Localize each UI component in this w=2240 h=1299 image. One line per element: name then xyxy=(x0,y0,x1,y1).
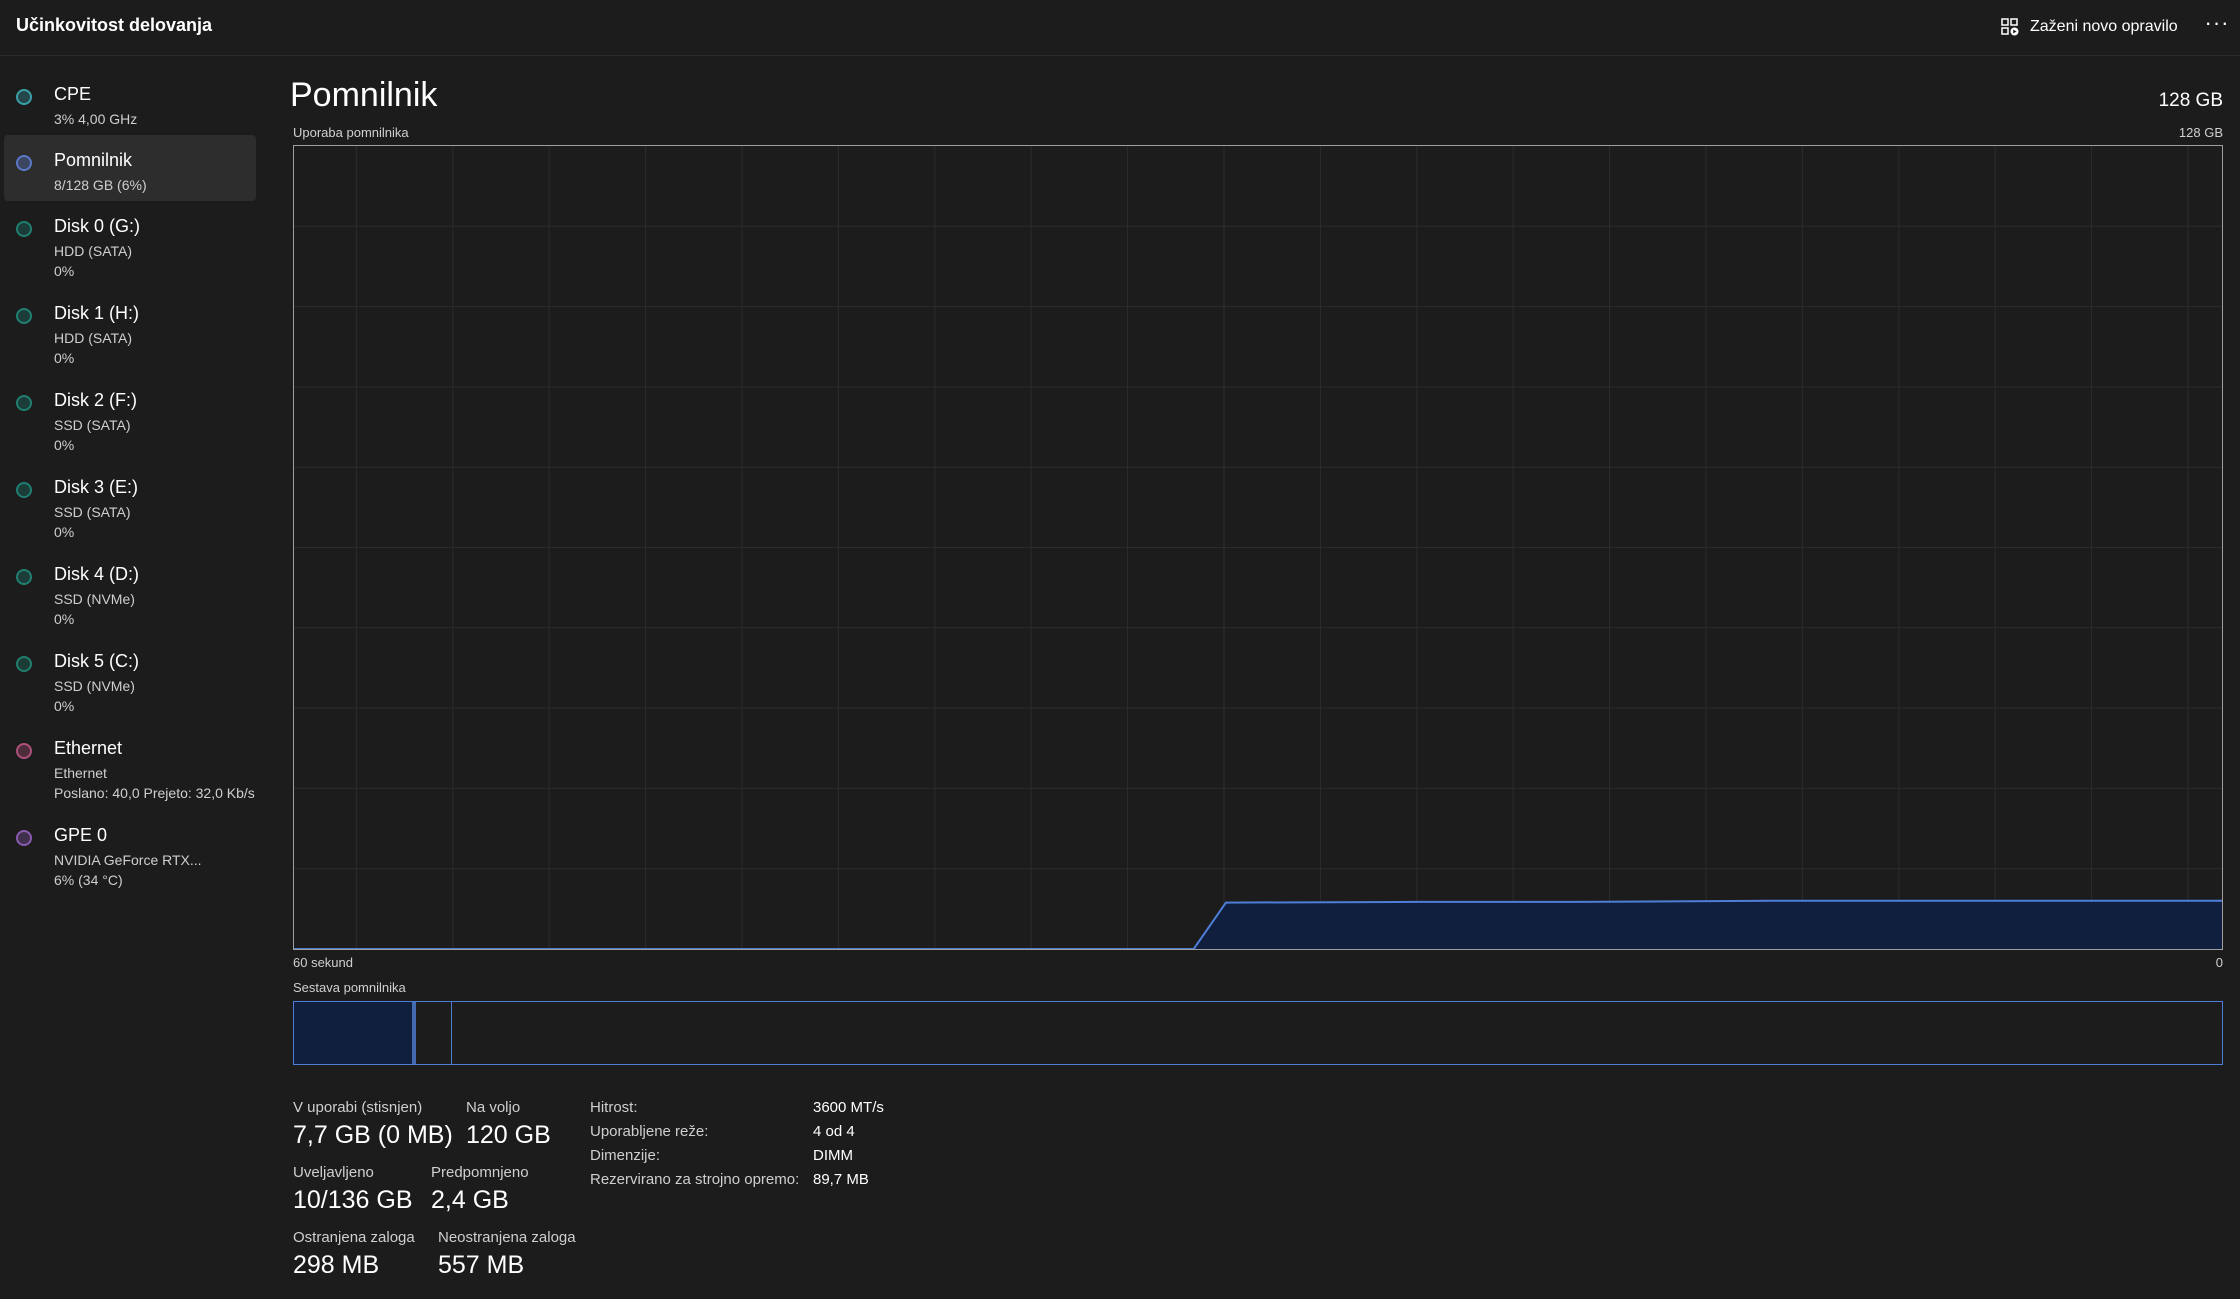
composition-standby-segment xyxy=(416,1002,453,1064)
page-title: Učinkovitost delovanja xyxy=(16,15,213,35)
sidebar-item-name: Disk 0 (G:) xyxy=(54,216,141,236)
resource-title: Pomnilnik xyxy=(290,76,438,114)
usage-graph-label: Uporaba pomnilnika xyxy=(293,125,409,140)
in-use-value: 7,7 GB (0 MB) xyxy=(293,1121,453,1149)
cached-value: 2,4 GB xyxy=(431,1186,509,1214)
sidebar-item-usage: 0% xyxy=(54,524,75,540)
paged-pool-value: 298 MB xyxy=(293,1251,380,1279)
sidebar-item-disk-0[interactable]: Disk 0 (G:) HDD (SATA) 0% xyxy=(4,201,256,281)
sidebar-item-disk-2[interactable]: Disk 2 (F:) SSD (SATA) 0% xyxy=(4,375,256,455)
sidebar-item-usage: 0% xyxy=(54,263,75,279)
memory-composition-bar xyxy=(293,1001,2223,1065)
more-options-button[interactable]: ··· xyxy=(2202,10,2232,40)
nonpaged-pool-label: Neostranjena zaloga xyxy=(438,1229,576,1246)
sidebar-item-type: SSD (SATA) xyxy=(54,417,131,433)
cpu-indicator-icon xyxy=(16,89,32,105)
time-axis-left-label: 60 sekund xyxy=(293,955,353,970)
sidebar-item-name: Disk 3 (E:) xyxy=(54,477,139,497)
sidebar-item-name: Ethernet xyxy=(54,738,123,758)
run-new-task-label: Zaženi novo opravilo xyxy=(2030,18,2178,35)
sidebar-item-cpu[interactable]: CPE 3% 4,00 GHz xyxy=(4,69,256,135)
available-label: Na voljo xyxy=(466,1099,521,1116)
sidebar-item-name: Disk 1 (H:) xyxy=(54,303,139,323)
memory-usage-graph xyxy=(293,145,2223,950)
sidebar-item-type: HDD (SATA) xyxy=(54,330,133,346)
sidebar-item-memory[interactable]: Pomnilnik 8/128 GB (6%) xyxy=(4,135,256,201)
committed-value: 10/136 GB xyxy=(293,1186,413,1214)
sidebar-item-type: SSD (NVMe) xyxy=(54,591,135,607)
sidebar-item-model: NVIDIA GeForce RTX... xyxy=(54,852,202,868)
sidebar-item-name: CPE xyxy=(54,84,92,104)
title-bar: Učinkovitost delovanja Zaženi novo oprav… xyxy=(0,0,2240,56)
disk-indicator-icon xyxy=(16,395,32,411)
sidebar-item-name: Disk 2 (F:) xyxy=(54,390,137,410)
performance-sidebar: CPE 3% 4,00 GHz Pomnilnik 8/128 GB (6%) … xyxy=(0,57,262,1299)
ethernet-indicator-icon xyxy=(16,743,32,759)
paged-pool-label: Ostranjena zaloga xyxy=(293,1229,415,1246)
sidebar-item-type: HDD (SATA) xyxy=(54,243,133,259)
sidebar-item-usage: 0% xyxy=(54,611,75,627)
memory-indicator-icon xyxy=(16,155,32,171)
speed-value: 3600 MT/s xyxy=(813,1099,884,1116)
sidebar-item-disk-1[interactable]: Disk 1 (H:) HDD (SATA) 0% xyxy=(4,288,256,368)
sidebar-item-disk-4[interactable]: Disk 4 (D:) SSD (NVMe) 0% xyxy=(4,549,256,629)
sidebar-item-name: Pomnilnik xyxy=(54,150,133,170)
disk-indicator-icon xyxy=(16,482,32,498)
sidebar-item-ethernet[interactable]: Ethernet Ethernet Poslano: 40,0 Prejeto:… xyxy=(4,723,256,803)
composition-in-use-segment xyxy=(294,1002,412,1064)
disk-indicator-icon xyxy=(16,221,32,237)
sidebar-item-type: SSD (NVMe) xyxy=(54,678,135,694)
sidebar-item-disk-3[interactable]: Disk 3 (E:) SSD (SATA) 0% xyxy=(4,462,256,542)
disk-indicator-icon xyxy=(16,569,32,585)
sidebar-item-gpu-0[interactable]: GPE 0 NVIDIA GeForce RTX... 6% (34 °C) xyxy=(4,810,256,890)
run-task-icon xyxy=(2001,18,2019,36)
task-manager-window: Učinkovitost delovanja Zaženi novo oprav… xyxy=(0,0,2240,1299)
usage-graph-max: 128 GB xyxy=(2178,125,2223,140)
memory-usage-chart xyxy=(294,146,2222,949)
sidebar-item-type: SSD (SATA) xyxy=(54,504,131,520)
speed-label: Hitrost: xyxy=(590,1099,638,1116)
sidebar-item-detail: 3% 4,00 GHz xyxy=(54,111,138,127)
sidebar-item-throughput: Poslano: 40,0 Prejeto: 32,0 Kb/s xyxy=(54,785,255,801)
sidebar-item-name: Disk 4 (D:) xyxy=(54,564,139,584)
memory-usage-area xyxy=(294,900,2222,949)
sidebar-item-disk-5[interactable]: Disk 5 (C:) SSD (NVMe) 0% xyxy=(4,636,256,716)
sidebar-item-name: GPE 0 xyxy=(54,825,108,845)
sidebar-item-detail: 8/128 GB (6%) xyxy=(54,177,147,193)
committed-label: Uveljavljeno xyxy=(293,1164,374,1181)
sidebar-item-usage: 0% xyxy=(54,350,75,366)
hardware-reserved-value: 89,7 MB xyxy=(813,1171,869,1188)
time-axis-right-label: 0 xyxy=(2215,955,2223,970)
form-factor-value: DIMM xyxy=(813,1147,853,1164)
form-factor-label: Dimenzije: xyxy=(590,1147,661,1164)
sidebar-item-type: Ethernet xyxy=(54,765,107,781)
disk-indicator-icon xyxy=(16,656,32,672)
available-value: 120 GB xyxy=(466,1121,551,1149)
slots-used-label: Uporabljene reže: xyxy=(590,1123,709,1140)
sidebar-item-usage: 0% xyxy=(54,437,75,453)
in-use-label: V uporabi (stisnjen) xyxy=(293,1099,423,1116)
run-new-task-button[interactable]: Zaženi novo opravilo xyxy=(2000,12,2178,42)
slots-used-value: 4 od 4 xyxy=(813,1123,855,1140)
total-memory: 128 GB xyxy=(2158,90,2223,111)
gpu-indicator-icon xyxy=(16,830,32,846)
cached-label: Predpomnjeno xyxy=(431,1164,529,1181)
sidebar-item-usage: 0% xyxy=(54,698,75,714)
hardware-reserved-label: Rezervirano za strojno opremo: xyxy=(590,1171,800,1188)
sidebar-item-usage: 6% (34 °C) xyxy=(54,872,123,888)
disk-indicator-icon xyxy=(16,308,32,324)
sidebar-item-name: Disk 5 (C:) xyxy=(54,651,139,671)
composition-label: Sestava pomnilnika xyxy=(293,980,406,995)
nonpaged-pool-value: 557 MB xyxy=(438,1251,525,1279)
